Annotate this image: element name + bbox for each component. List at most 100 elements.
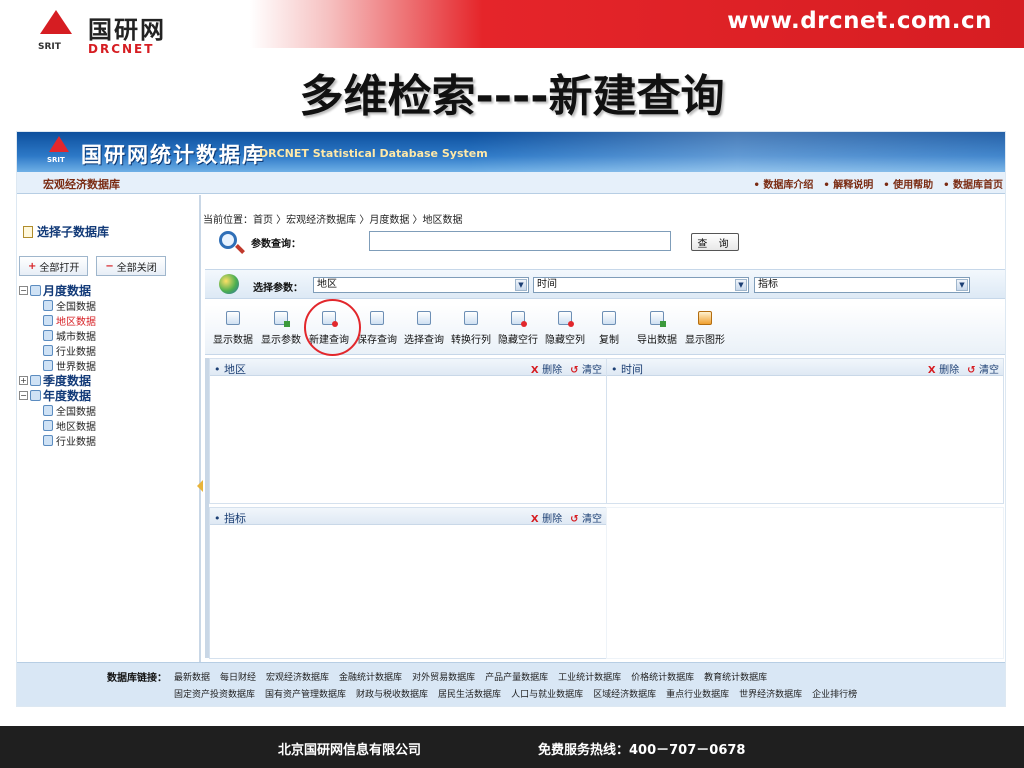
minus-icon: − [105,260,114,272]
toolbar-label: 复制 [599,335,619,346]
dropdown-arrow-icon[interactable]: ▼ [735,279,747,291]
globe-icon [219,274,239,294]
region-select-value: 地区 [317,279,337,290]
banner-logo-icon [49,136,69,152]
show-params-button[interactable]: 显示参数 [261,311,301,346]
db-link[interactable]: 居民生活数据库 [438,687,501,700]
time-select[interactable]: 时间 ▼ [533,277,749,293]
open-all-button[interactable]: + 全部打开 [19,256,89,276]
db-link[interactable]: 对外贸易数据库 [412,670,475,683]
close-all-button[interactable]: − 全部关闭 [96,256,166,276]
link-db-home[interactable]: 数据库首页 [943,176,1003,191]
db-link[interactable]: 人口与就业数据库 [511,687,583,700]
transpose-button[interactable]: 转换行列 [451,311,491,346]
app-banner: SRIT 国研网统计数据库 DRCNET Statistical Databas… [17,132,1005,172]
param-query-input[interactable] [369,231,671,251]
collapse-toggle-icon[interactable]: − [19,286,28,295]
query-button[interactable]: 查 询 [691,233,739,251]
hide-rows-icon [511,311,527,327]
db-link[interactable]: 世界经济数据库 [739,687,802,700]
app-window: SRIT 国研网统计数据库 DRCNET Statistical Databas… [16,131,1006,707]
db-link[interactable]: 工业统计数据库 [558,670,621,683]
db-link[interactable]: 企业排行榜 [812,687,857,700]
export-data-button[interactable]: 导出数据 [637,311,677,346]
save-query-button[interactable]: 保存查询 [357,311,397,346]
copy-button[interactable]: 复制 [599,311,619,346]
grid-icon [226,311,240,325]
excel-icon [650,311,666,327]
folder-icon [43,315,53,326]
tree-item-regional[interactable]: 地区数据 [19,313,96,328]
expand-toggle-icon[interactable]: + [19,376,28,385]
db-link[interactable]: 教育统计数据库 [704,670,767,683]
delete-button[interactable]: 删除 [531,361,562,376]
dropdown-arrow-icon[interactable]: ▼ [515,279,527,291]
dropdown-arrow-icon[interactable]: ▼ [956,279,968,291]
indicator-select[interactable]: 指标 ▼ [754,277,970,293]
database-name[interactable]: 宏观经济数据库 [43,176,120,192]
folder-icon [43,360,53,371]
indicator-select-value: 指标 [758,279,778,290]
region-select[interactable]: 地区 ▼ [313,277,529,293]
tree-group-monthly[interactable]: − 月度数据 [19,283,96,298]
db-link[interactable]: 金融统计数据库 [339,670,402,683]
clear-button[interactable]: 清空 [570,361,602,376]
select-query-button[interactable]: 选择查询 [404,311,444,346]
tree-item-label: 行业数据 [56,347,96,358]
show-data-button[interactable]: 显示数据 [213,311,253,346]
document-icon [23,225,33,238]
delete-button[interactable]: 删除 [928,361,959,376]
folder-icon [43,330,53,341]
show-chart-button[interactable]: 显示图形 [685,311,725,346]
db-link[interactable]: 价格统计数据库 [631,670,694,683]
delete-button[interactable]: 删除 [531,510,562,525]
tree-item-city[interactable]: 城市数据 [19,328,96,343]
transpose-icon [464,311,478,325]
top-links: 数据库介绍 解释说明 使用帮助 数据库首页 [754,176,1003,191]
folder-icon [30,375,41,386]
param-query-label: 参数查询： [251,239,301,250]
tree-item-national-annual[interactable]: 全国数据 [19,403,96,418]
tree-group-annual[interactable]: − 年度数据 [19,388,96,403]
folder-icon [43,405,53,416]
link-help[interactable]: 使用帮助 [883,176,933,191]
db-link[interactable]: 每日财经 [220,670,256,683]
chart-icon [698,311,712,325]
db-link[interactable]: 国有资产管理数据库 [265,687,346,700]
db-link[interactable]: 固定资产投资数据库 [174,687,255,700]
clear-button[interactable]: 清空 [570,510,602,525]
link-db-intro[interactable]: 数据库介绍 [754,176,813,191]
tree-item-national[interactable]: 全国数据 [19,298,96,313]
db-link[interactable]: 财政与税收数据库 [356,687,428,700]
tree-item-world[interactable]: 世界数据 [19,358,96,373]
region-panel: 地区 删除 清空 [209,358,607,504]
new-query-button[interactable]: 新建查询 [309,311,349,346]
tree-item-industry[interactable]: 行业数据 [19,343,96,358]
banner-srit-text: SRIT [47,156,65,164]
hide-columns-icon [558,311,574,327]
hide-empty-rows-button[interactable]: 隐藏空行 [498,311,538,346]
clear-button[interactable]: 清空 [967,361,999,376]
tree-item-regional-annual[interactable]: 地区数据 [19,418,96,433]
logo-en-text: DRCNET [88,42,155,56]
footer-hotline: 免费服务热线：400－707－0678 [538,743,746,758]
link-explanation[interactable]: 解释说明 [823,176,873,191]
toolbar: 显示数据 显示参数 新建查询 保存查询 选择查询 转换行列 隐藏空行 隐藏空列 … [205,305,1005,355]
panel-actions: 删除 清空 [928,361,999,376]
tree-group-quarterly[interactable]: + 季度数据 [19,373,96,388]
db-link[interactable]: 宏观经济数据库 [266,670,329,683]
check-icon [274,311,290,327]
hide-empty-columns-button[interactable]: 隐藏空列 [545,311,585,346]
db-link[interactable]: 产品产量数据库 [485,670,548,683]
folder-icon [43,300,53,311]
db-link[interactable]: 重点行业数据库 [666,687,729,700]
collapse-toggle-icon[interactable]: − [19,391,28,400]
close-all-label: 全部关闭 [116,262,157,274]
app-nav-bar: 宏观经济数据库 数据库介绍 解释说明 使用帮助 数据库首页 [17,172,1005,194]
indicator-panel: 指标 删除 清空 [209,507,607,659]
folder-icon [43,420,53,431]
logo-srit-text: SRIT [38,42,61,52]
tree-item-industry-annual[interactable]: 行业数据 [19,433,96,448]
db-link[interactable]: 区域经济数据库 [593,687,656,700]
db-link[interactable]: 最新数据 [174,670,210,683]
